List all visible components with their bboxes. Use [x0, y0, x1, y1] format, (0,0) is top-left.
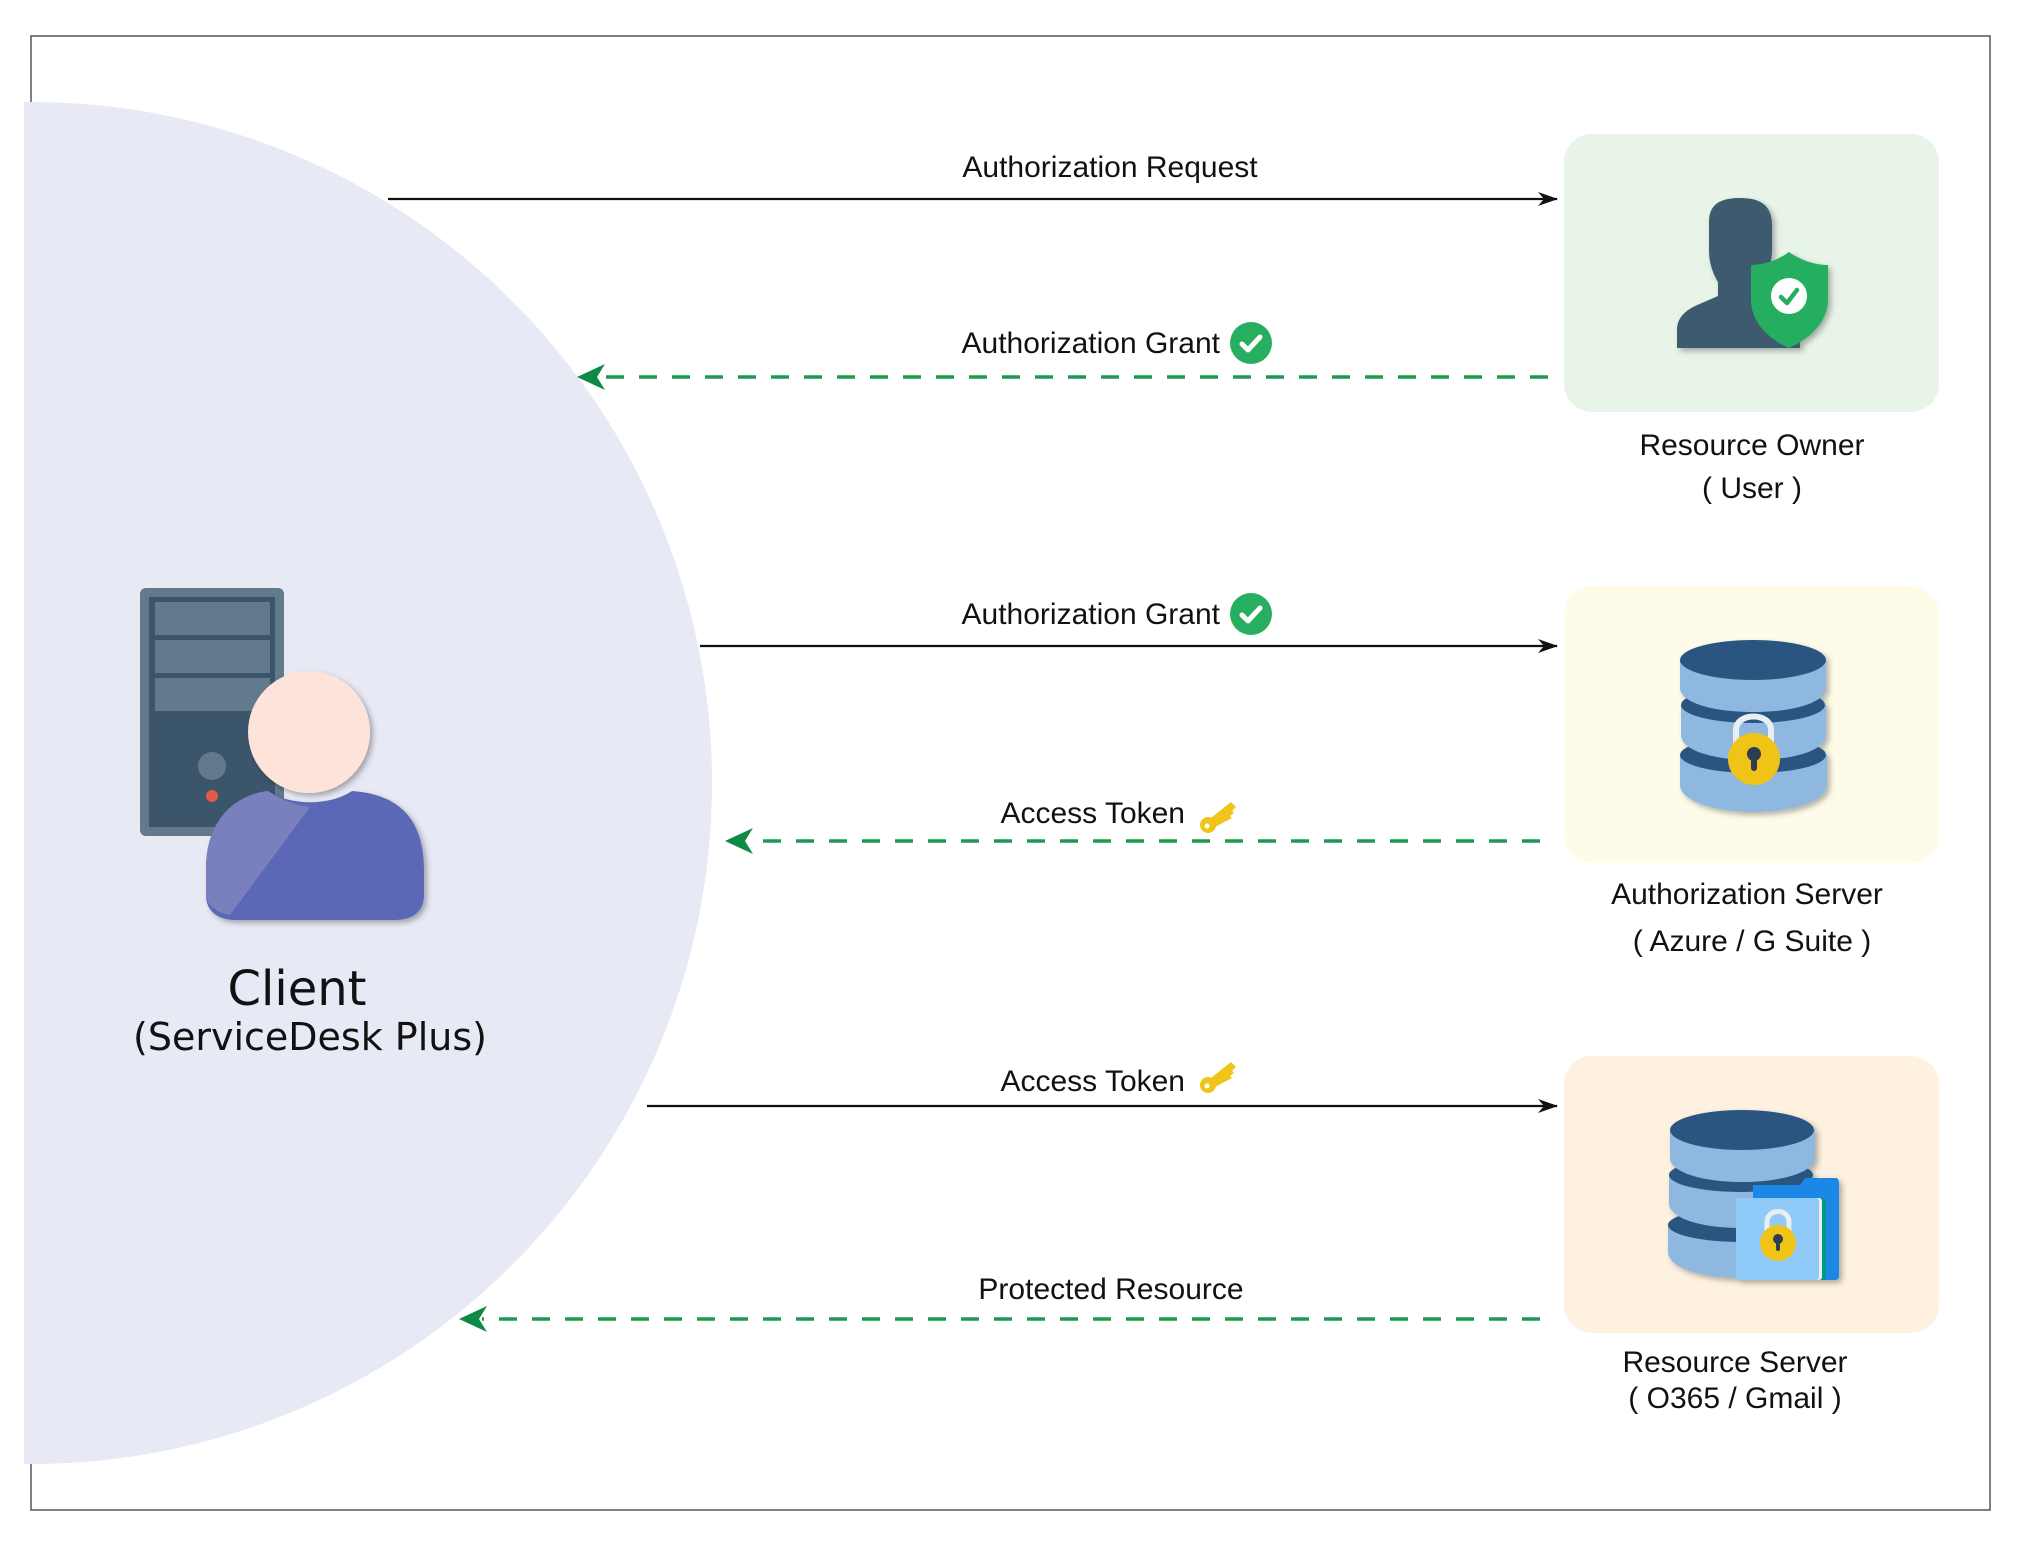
flow-label: Authorization Grant — [962, 598, 1221, 631]
resource-server-subtitle: ( O365 / Gmail ) — [1628, 1382, 1841, 1415]
resource-owner-subtitle: ( User ) — [1702, 472, 1802, 505]
check-icon — [1230, 593, 1272, 635]
authorization-server-node: Authorization Server ( Azure / G Suite ) — [1564, 586, 1939, 958]
oauth-diagram: Client (ServiceDesk Plus) Resource Owner… — [24, 35, 1991, 1511]
authorization-server-title: Authorization Server — [1611, 878, 1883, 911]
check-icon — [1230, 322, 1272, 364]
database-lock-icon — [1680, 640, 1827, 812]
flow-label: Access Token — [1000, 1065, 1185, 1098]
database-folder-lock-icon — [1668, 1110, 1839, 1280]
flow-label: Authorization Grant — [962, 327, 1221, 360]
authorization-server-subtitle: ( Azure / G Suite ) — [1633, 925, 1871, 958]
flow-label: Protected Resource — [978, 1273, 1243, 1306]
flow-label: Authorization Request — [962, 151, 1258, 184]
resource-server-title: Resource Server — [1622, 1346, 1847, 1379]
resource-owner-title: Resource Owner — [1639, 429, 1864, 462]
client-title: Client — [228, 961, 367, 1017]
client-subtitle: (ServiceDesk Plus) — [133, 1015, 487, 1059]
flow-label: Access Token — [1000, 797, 1185, 830]
